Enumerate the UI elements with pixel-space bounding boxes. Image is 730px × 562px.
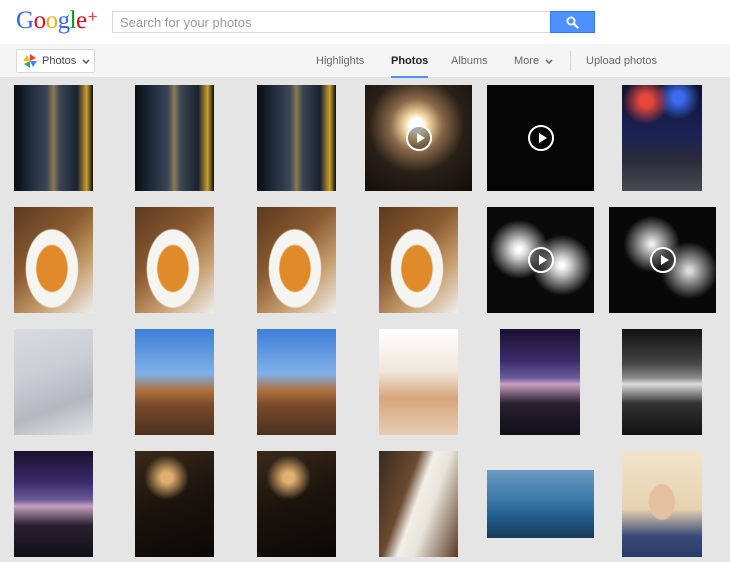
tab-more[interactable]: More (514, 44, 553, 78)
upload-photos-link[interactable]: Upload photos (586, 44, 657, 78)
tab-albums[interactable]: Albums (451, 44, 488, 78)
play-icon[interactable] (405, 125, 432, 151)
photo-thumbnail[interactable] (257, 207, 336, 313)
search-button[interactable] (550, 11, 595, 33)
photo-thumbnail[interactable] (609, 207, 716, 313)
photo-thumbnail[interactable] (622, 85, 702, 191)
photo-thumbnail[interactable] (487, 85, 594, 191)
photo-thumbnail[interactable] (257, 451, 336, 557)
tab-photos[interactable]: Photos (391, 44, 429, 78)
play-icon[interactable] (527, 125, 554, 151)
photo-thumbnail[interactable] (257, 85, 336, 191)
search-input[interactable] (112, 11, 550, 33)
tab-more-label: More (514, 55, 540, 67)
play-icon[interactable] (527, 247, 554, 273)
photo-thumbnail[interactable] (135, 451, 214, 557)
photo-thumbnail[interactable] (622, 451, 702, 557)
photos-app-switcher[interactable]: Photos (16, 49, 95, 73)
photo-grid (0, 78, 730, 562)
photo-thumbnail[interactable] (135, 207, 214, 313)
search-icon (566, 16, 579, 29)
photo-thumbnail[interactable] (14, 207, 93, 313)
photo-thumbnail[interactable] (379, 207, 458, 313)
photos-nav-bar: Photos Highlights Photos Albums More Upl… (0, 44, 730, 78)
google-plus-logo[interactable]: Google+ (16, 7, 98, 35)
pinwheel-icon (23, 54, 37, 68)
app-switcher-label: Photos (42, 55, 77, 67)
top-bar: Google+ (0, 0, 730, 44)
photo-thumbnail[interactable] (135, 329, 214, 435)
photo-thumbnail[interactable] (257, 329, 336, 435)
photo-thumbnail[interactable] (14, 85, 93, 191)
tab-highlights[interactable]: Highlights (316, 44, 364, 78)
photo-thumbnail[interactable] (14, 329, 93, 435)
photo-thumbnail[interactable] (365, 85, 472, 191)
photo-thumbnail[interactable] (135, 85, 214, 191)
photo-thumbnail[interactable] (500, 329, 580, 435)
chevron-down-icon (545, 58, 553, 64)
nav-divider (570, 51, 571, 71)
photo-thumbnail[interactable] (487, 470, 594, 538)
photo-thumbnail[interactable] (487, 207, 594, 313)
photo-thumbnail[interactable] (622, 329, 702, 435)
photo-thumbnail[interactable] (14, 451, 93, 557)
chevron-down-icon (82, 58, 90, 64)
photo-thumbnail[interactable] (379, 451, 458, 557)
play-icon[interactable] (649, 247, 676, 273)
photo-thumbnail[interactable] (379, 329, 458, 435)
